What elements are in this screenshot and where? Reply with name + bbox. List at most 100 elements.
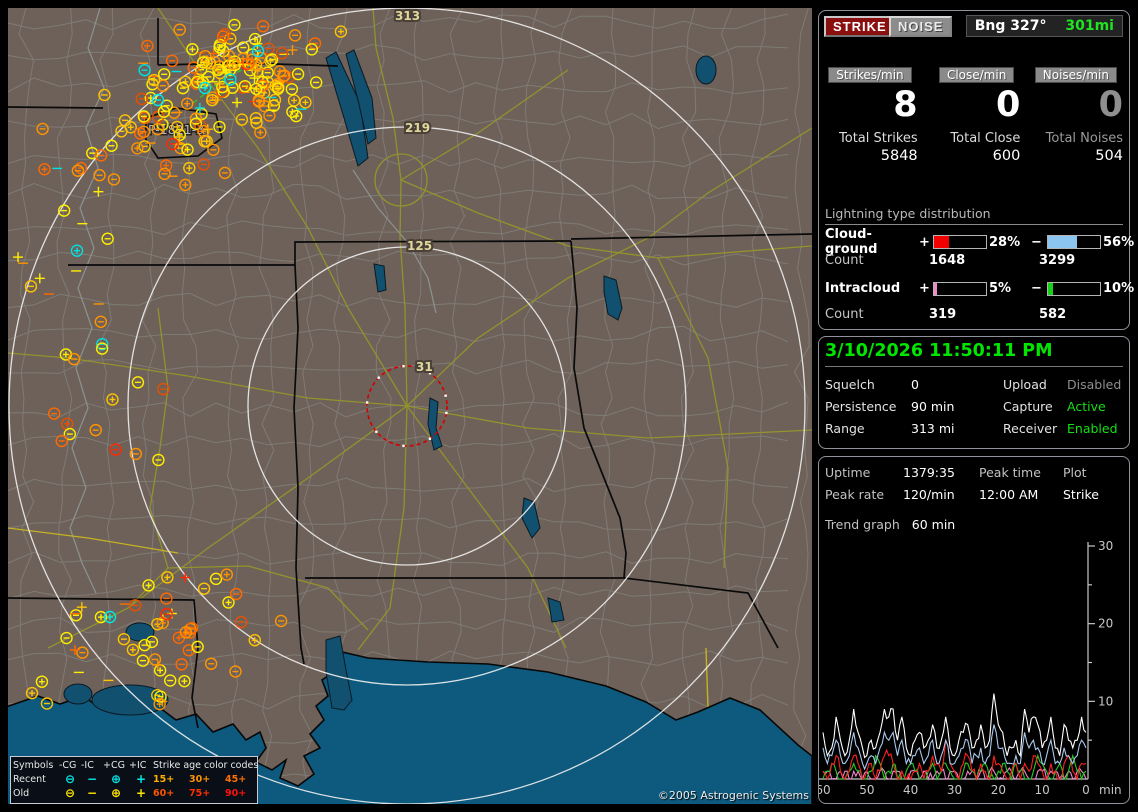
ic-neg-count: 582 — [1039, 307, 1067, 322]
cg-pos-count: 1648 — [929, 253, 966, 268]
panel-session: Uptime 1379:35 Peak time Plot Peak rate … — [818, 456, 1130, 804]
trend-series-ic-negative — [822, 753, 1087, 782]
age-45: 45+ — [225, 773, 247, 785]
legend-col-cg-neg: -CG — [59, 759, 77, 771]
receiver-value: Enabled — [1067, 421, 1118, 436]
age-90: 90+ — [225, 787, 247, 799]
map-graphics: P-1821-331321912531 — [8, 8, 812, 804]
svg-text:min: min — [1099, 783, 1122, 797]
legend-header-row: Symbols -CG -IC +CG +IC Strike age color… — [13, 758, 258, 772]
age-75: 75+ — [189, 787, 211, 799]
trend-axes — [819, 542, 1095, 780]
svg-text:30: 30 — [1098, 539, 1113, 553]
cg-pos-recent-icon: ⊕ — [110, 772, 122, 786]
cg-minus-sign: − — [1031, 234, 1042, 250]
noise-button[interactable]: NOISE — [889, 16, 953, 37]
panel-status: 3/10/2026 11:50:11 PM Squelch 0 Upload D… — [818, 336, 1130, 449]
legend-recent-label: Recent — [13, 773, 46, 785]
svg-text:40: 40 — [903, 783, 918, 797]
map-legend: Symbols -CG -IC +CG +IC Strike age color… — [10, 756, 258, 804]
cg-neg-old-icon: ⊖ — [64, 786, 76, 800]
status-grid: Squelch 0 Upload Disabled Persistence 90… — [825, 377, 1125, 436]
svg-text:0: 0 — [1082, 783, 1090, 797]
intracloud-label: Intracloud — [825, 281, 901, 296]
upload-label: Upload — [1003, 377, 1047, 392]
range-label: Range — [825, 421, 865, 436]
copyright-text: ©2005 Astrogenic Systems — [657, 789, 809, 802]
ic-pos-bar — [933, 281, 987, 296]
distribution-title: Lightning type distribution — [825, 206, 1123, 225]
ring-label-125: 125 — [407, 239, 432, 253]
ring-label-31: 31 — [416, 360, 433, 374]
age-30: 30+ — [189, 773, 211, 785]
trend-series-total-strikes — [822, 693, 1087, 759]
trend-graph-plot: 10 20 30 60 50 40 30 20 10 0 min — [819, 539, 1122, 797]
legend-col-cg-pos: +CG — [103, 759, 125, 771]
ic-pos-pct: 5% — [989, 281, 1012, 296]
ic-neg-pct: 10% — [1103, 281, 1135, 296]
ic-pos-old-icon: + — [135, 786, 147, 800]
persistence-value: 90 min — [911, 399, 955, 414]
close-per-min-chip: Close/min — [938, 67, 1015, 83]
ic-neg-recent-icon: − — [86, 772, 98, 786]
cg-neg-recent-icon: ⊖ — [64, 772, 76, 786]
cg-pos-bar — [933, 235, 987, 249]
upload-value: Disabled — [1067, 377, 1122, 392]
close-column: Close/min 0 Total Close 600 — [926, 67, 1021, 164]
strikes-per-min-chip: Strikes/min — [828, 67, 912, 83]
ring-label-313: 313 — [395, 9, 420, 23]
rate-columns: Strikes/min 8 Total Strikes 5848 Close/m… — [823, 67, 1123, 164]
strike-button[interactable]: STRIKE — [824, 16, 896, 37]
svg-text:20: 20 — [1098, 617, 1113, 631]
svg-text:10: 10 — [1035, 783, 1050, 797]
ic-plus-sign: + — [919, 281, 930, 296]
intracloud-row: Intracloud + 5% − 10% — [825, 281, 1134, 296]
ic-neg-bar — [1047, 281, 1101, 296]
strikes-column: Strikes/min 8 Total Strikes 5848 — [823, 67, 918, 164]
svg-text:20: 20 — [991, 783, 1006, 797]
cg-neg-bar — [1047, 235, 1101, 249]
legend-old-label: Old — [13, 787, 30, 799]
datetime-display: 3/10/2026 11:50:11 PM — [825, 341, 1123, 367]
legend-col-ic-pos: +IC — [129, 759, 147, 771]
strikes-per-min-value: 8 — [893, 85, 918, 125]
cg-pos-pct: 28% — [989, 234, 1021, 250]
total-strikes-label: Total Strikes — [839, 131, 918, 146]
ic-count-label: Count — [825, 307, 864, 322]
legend-old-row: Old ⊖ − ⊕ + 60+ 75+ 90+ — [13, 786, 255, 800]
svg-text:30: 30 — [947, 783, 962, 797]
legend-symbols-title: Symbols — [13, 759, 54, 771]
close-per-min-value: 0 — [995, 85, 1021, 125]
cg-neg-pct: 56% — [1103, 234, 1135, 250]
noises-per-min-value: 0 — [1098, 85, 1123, 125]
cg-neg-count: 3299 — [1039, 253, 1076, 268]
total-close-value: 600 — [992, 148, 1021, 164]
svg-text:10: 10 — [1098, 694, 1113, 708]
intracloud-count-row: Count 319 582 — [825, 307, 1125, 322]
persistence-label: Persistence — [825, 399, 897, 414]
ic-pos-recent-icon: + — [135, 772, 147, 786]
ic-pos-count: 319 — [929, 307, 957, 322]
cg-pos-old-icon: ⊕ — [110, 786, 122, 800]
total-noises-label: Total Noises — [1045, 131, 1123, 146]
map-canvas[interactable]: P-1821-3 313 219 125 31 Symbols -CG -IC +CG … — [8, 8, 812, 804]
capture-value: Active — [1067, 399, 1106, 414]
squelch-value: 0 — [911, 377, 919, 392]
svg-text:50: 50 — [859, 783, 874, 797]
bearing-box: Bng 327° 301mi — [965, 15, 1123, 37]
app-window: P-1821-3 313 219 125 31 Symbols -CG -IC +CG … — [0, 0, 1138, 812]
legend-recent-row: Recent ⊖ − ⊕ + 15+ 30+ 45+ — [13, 772, 255, 786]
age-15: 15+ — [153, 773, 175, 785]
svg-text:60: 60 — [819, 783, 831, 797]
capture-label: Capture — [1003, 399, 1053, 414]
noises-per-min-chip: Noises/min — [1034, 67, 1117, 83]
age-60: 60+ — [153, 787, 175, 799]
total-close-label: Total Close — [950, 131, 1021, 146]
legend-age-title: Strike age color codes — [153, 759, 259, 771]
noises-column: Noises/min 0 Total Noises 504 — [1028, 67, 1123, 164]
cg-plus-sign: + — [919, 234, 930, 250]
squelch-label: Squelch — [825, 377, 875, 392]
bearing-distance: 301mi — [1065, 18, 1114, 34]
cloud-ground-count-row: Count 1648 3299 — [825, 253, 1125, 268]
range-value: 313 mi — [911, 421, 955, 436]
